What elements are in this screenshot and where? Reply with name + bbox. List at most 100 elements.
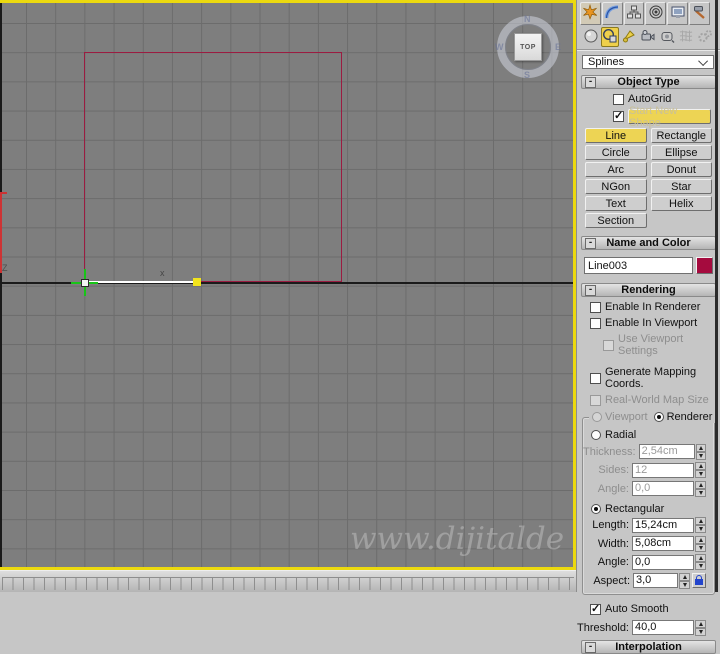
category-cameras[interactable] [639, 27, 657, 47]
auto-smooth-checkbox[interactable] [590, 602, 601, 615]
tab-create[interactable] [580, 2, 601, 25]
tab-utilities[interactable] [689, 2, 710, 25]
tab-motion[interactable] [645, 2, 667, 25]
create-categories [577, 26, 720, 50]
command-panel: Splines - Object Type AutoGrid Start New… [576, 0, 720, 654]
collapse-icon[interactable]: - [585, 76, 596, 88]
ellipse-button[interactable]: Ellipse [650, 145, 712, 160]
star-button[interactable]: Star [650, 179, 712, 194]
hierarchy-icon [626, 4, 642, 23]
real-world-map-size-checkbox[interactable] [590, 394, 601, 406]
selected-spline-edge-tick [0, 192, 7, 194]
dropdown-value: Splines [588, 56, 625, 68]
start-new-shape-button[interactable]: Start New Shape [628, 105, 711, 129]
viewcube-top-face[interactable]: TOP [514, 33, 542, 61]
length-input[interactable]: 15,24cm [632, 517, 694, 533]
ngon-button[interactable]: NGon [585, 179, 647, 194]
lights-icon [621, 28, 637, 47]
collapse-icon[interactable]: - [585, 284, 596, 296]
cameras-icon [640, 28, 656, 47]
enable-in-viewport-checkbox[interactable] [590, 317, 601, 329]
generate-mapping-coords-checkbox[interactable] [590, 372, 601, 384]
line-button[interactable]: Line [585, 128, 647, 143]
enable-in-renderer-checkbox[interactable] [590, 301, 601, 313]
rollout-name-and-color[interactable]: - Name and Color [581, 236, 716, 250]
angle-rect-input[interactable]: 0,0 [632, 554, 694, 570]
width-spinner[interactable] [695, 535, 706, 552]
utilities-icon [692, 4, 708, 23]
category-helpers[interactable] [658, 27, 676, 47]
axis-label-z: Z [2, 263, 8, 273]
rollout-rendering[interactable]: - Rendering [581, 283, 716, 297]
object-name-input[interactable]: Line003 [584, 257, 693, 274]
viewport-radio[interactable] [592, 412, 602, 422]
display-icon [670, 4, 686, 23]
angle-radial-input[interactable]: 0,0 [632, 481, 694, 496]
grid-origin-axis-vertical [0, 3, 2, 567]
threshold-input[interactable]: 40,0 [632, 620, 694, 635]
angle-radial-spinner[interactable] [695, 480, 706, 497]
category-lights[interactable] [620, 27, 638, 47]
thickness-input[interactable]: 2,54cm [638, 444, 696, 459]
tab-hierarchy[interactable] [623, 2, 645, 25]
aspect-input[interactable]: 3,0 [633, 573, 678, 588]
rollout-object-type[interactable]: - Object Type [581, 75, 716, 89]
viewcube-west[interactable]: W [495, 42, 504, 52]
sides-spinner[interactable] [695, 462, 706, 478]
line-being-drawn [84, 281, 198, 283]
radial-radio[interactable] [591, 430, 601, 440]
use-viewport-settings-checkbox[interactable] [603, 339, 614, 351]
geometry-icon [583, 28, 599, 47]
axis-label-x: x [160, 268, 165, 278]
aspect-lock-button[interactable] [692, 573, 706, 588]
viewcube-north[interactable]: N [524, 14, 531, 24]
collapse-icon[interactable]: - [585, 237, 596, 249]
systems-icon [697, 28, 713, 47]
threshold-spinner[interactable] [695, 619, 706, 636]
track-bar[interactable] [0, 570, 576, 592]
selected-spline-edge [0, 192, 2, 273]
text-button[interactable]: Text [585, 196, 647, 211]
panel-edge [715, 0, 718, 592]
helpers-icon [659, 28, 675, 47]
viewcube-south[interactable]: S [524, 70, 530, 80]
motion-icon [648, 4, 664, 23]
rectangle-button[interactable]: Rectangle [650, 128, 712, 143]
viewcube-east[interactable]: E [555, 42, 561, 52]
renderer-radio[interactable] [653, 412, 664, 422]
tab-display[interactable] [667, 2, 689, 25]
category-shapes[interactable] [601, 27, 619, 47]
viewport-top[interactable]: Z x N S W E TOP www.dijitalde [0, 0, 576, 570]
category-systems[interactable] [696, 27, 714, 47]
category-spacewarps[interactable] [677, 27, 695, 47]
object-type-buttons: Line Rectangle Circle Ellipse Arc Donut … [585, 128, 712, 228]
lock-icon [695, 575, 703, 585]
start-new-shape-checkbox[interactable] [613, 109, 624, 122]
angle-rect-spinner[interactable] [695, 554, 706, 570]
viewcube[interactable]: N S W E TOP [495, 14, 561, 80]
command-panel-tabs [577, 0, 720, 26]
width-input[interactable]: 5,08cm [632, 536, 694, 551]
autogrid-checkbox[interactable] [613, 93, 624, 105]
track-bar-ruler[interactable] [2, 577, 574, 590]
renderer-settings-group: Viewport Renderer Radial Thickness: 2,54… [582, 411, 716, 595]
object-color-swatch[interactable] [696, 257, 713, 274]
rectangle-spline-shape[interactable] [84, 52, 342, 282]
section-button[interactable]: Section [585, 213, 647, 228]
aspect-spinner[interactable] [679, 572, 690, 589]
helix-button[interactable]: Helix [650, 196, 712, 211]
length-spinner[interactable] [695, 517, 706, 533]
tab-modify[interactable] [601, 2, 623, 25]
category-geometry[interactable] [582, 27, 600, 47]
rollout-interpolation[interactable]: - Interpolation [581, 640, 716, 654]
thickness-spinner[interactable] [696, 443, 706, 460]
shape-category-dropdown[interactable]: Splines [582, 55, 714, 69]
donut-button[interactable]: Donut [650, 162, 712, 177]
sides-input[interactable]: 12 [632, 462, 694, 478]
shapes-icon [602, 28, 618, 47]
rectangular-radio[interactable] [591, 503, 601, 514]
circle-button[interactable]: Circle [585, 145, 647, 160]
collapse-icon[interactable]: - [585, 641, 596, 653]
watermark: www.dijitalde [350, 521, 565, 557]
arc-button[interactable]: Arc [585, 162, 647, 177]
